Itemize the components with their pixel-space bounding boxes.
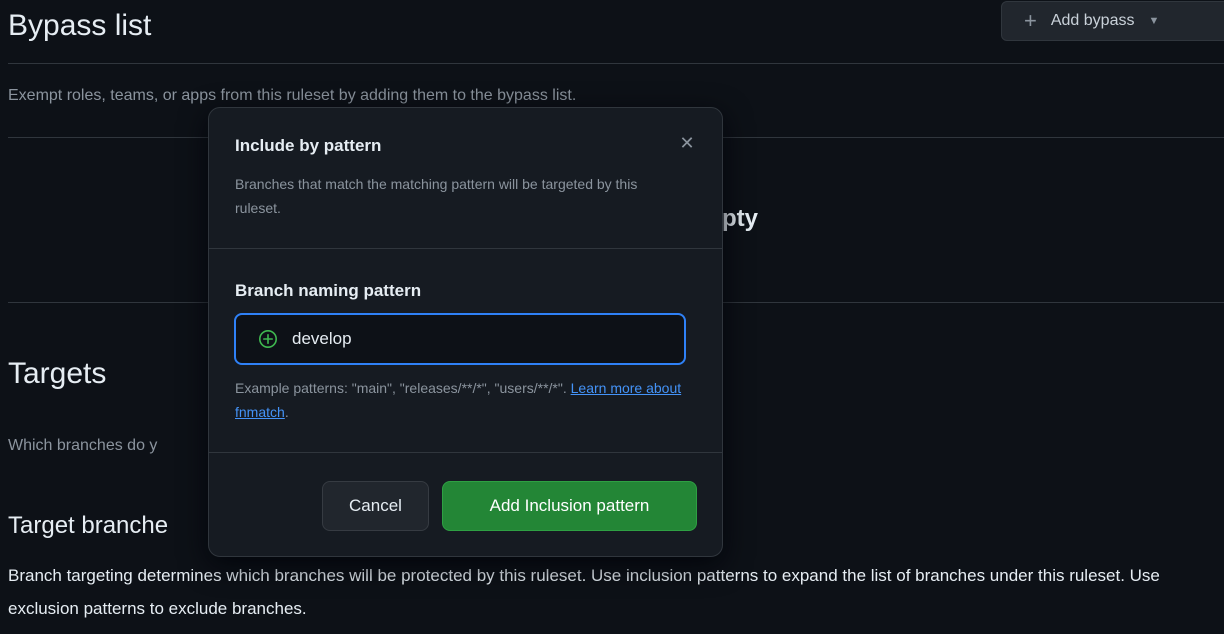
page: Bypass list + Add bypass ▼ Exempt roles,… <box>0 0 1224 634</box>
bypass-list-title: Bypass list <box>8 9 152 42</box>
target-branches-title: Target branche <box>8 512 169 539</box>
plus-circle-icon <box>259 330 277 348</box>
bypass-description: Exempt roles, teams, or apps from this r… <box>8 87 577 104</box>
targets-question: Which branches do y <box>8 437 158 454</box>
pattern-hint: Example patterns: "main", "releases/**/*… <box>235 376 695 424</box>
dialog-title: Include by pattern <box>235 136 382 155</box>
pattern-hint-text: Example patterns: "main", "releases/**/*… <box>235 380 567 396</box>
add-bypass-label: Add bypass <box>1050 12 1135 29</box>
dialog-footer-divider <box>209 452 722 453</box>
dialog-header: Include by pattern ✕ Branches that match… <box>209 108 722 249</box>
targets-title: Targets <box>8 357 107 390</box>
plus-icon: + <box>1024 8 1037 33</box>
target-branches-description: Branch targeting determines which branch… <box>8 566 1160 618</box>
pattern-hint-suffix: . <box>284 404 289 420</box>
branch-pattern-field[interactable] <box>234 313 686 365</box>
dialog-subtitle: Branches that match the matching pattern… <box>235 176 638 216</box>
bypass-empty-state-text: pty <box>722 205 758 232</box>
branch-pattern-input[interactable] <box>290 328 654 350</box>
close-icon[interactable]: ✕ <box>676 132 698 154</box>
add-inclusion-pattern-button[interactable]: Add Inclusion pattern <box>442 481 697 531</box>
caret-down-icon: ▼ <box>1148 15 1160 27</box>
branch-naming-pattern-label: Branch naming pattern <box>235 281 422 300</box>
divider <box>8 63 1224 64</box>
include-by-pattern-dialog: Include by pattern ✕ Branches that match… <box>208 107 723 557</box>
cancel-button[interactable]: Cancel <box>322 481 429 531</box>
add-bypass-button[interactable]: + Add bypass ▼ <box>1001 1 1224 41</box>
